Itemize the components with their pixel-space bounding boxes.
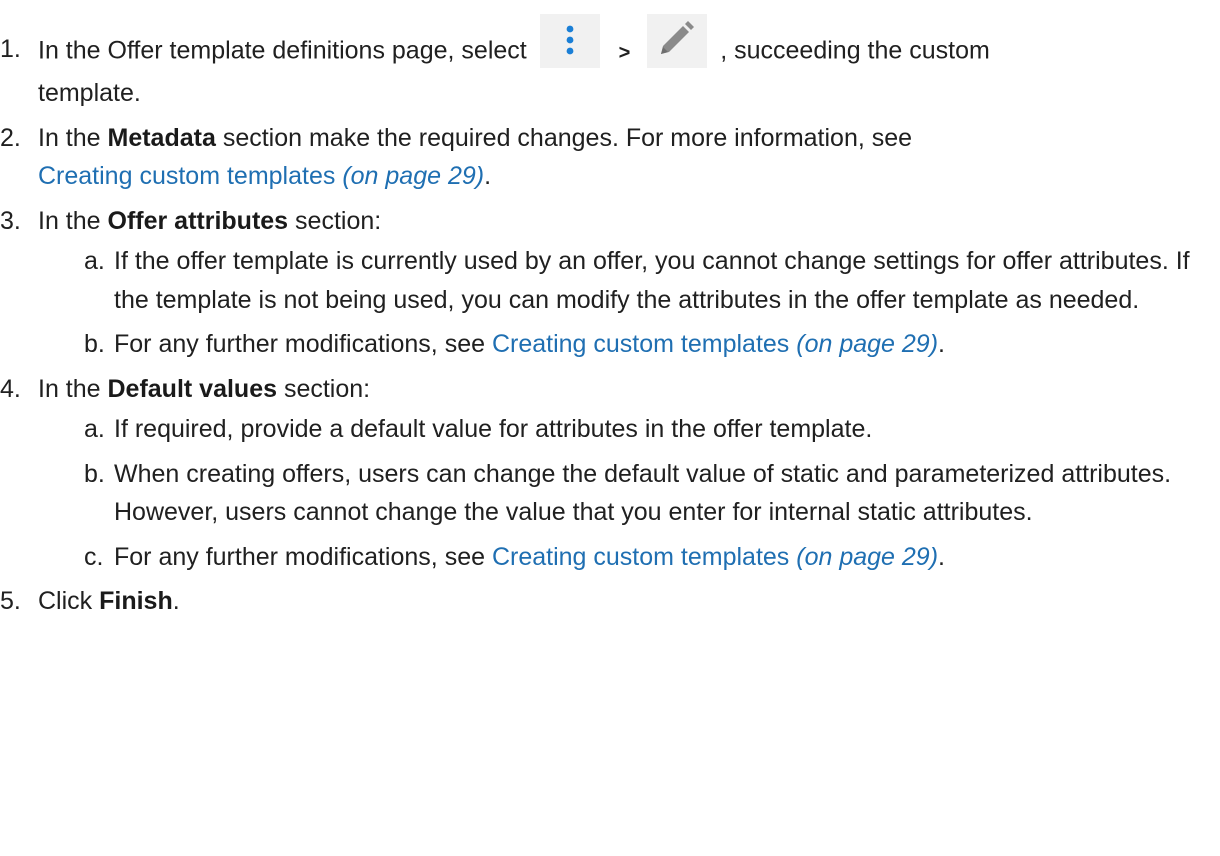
sub-step-text: For any further modifications, see [114,330,492,358]
step-text-after: section make the required changes. For m… [215,123,913,152]
sentence-end: . [172,587,180,615]
sentence-end: . [484,162,492,190]
sub-steps: a. If the offer template is currently us… [38,242,1220,364]
finish-label: Finish [99,587,173,615]
step-text: In the [38,123,108,152]
menu-separator: > [618,41,631,64]
step-text: In the [38,374,108,403]
creating-custom-templates-link[interactable]: Creating custom templates (on page 29) [492,543,938,571]
step-2: 2. In the Metadata section make the requ… [0,119,1220,196]
step-number: 1. [0,35,21,63]
link-label: Creating custom templates [491,330,790,358]
step-4: 4. In the Default values section: a. If … [0,370,1220,577]
sub-step-letter: c. [84,542,104,571]
step-text: In the Offer template definitions page, … [38,36,527,65]
step-3: 3. In the Offer attributes section: a. I… [0,202,1220,364]
sub-step-letter: a. [84,247,105,275]
kebab-menu-icon [566,25,574,55]
step-number: 4. [0,374,21,403]
page-reference: (on page 29) [342,162,485,190]
sub-step-letter: b. [84,330,105,358]
sub-step-text: When creating offers, users can change t… [114,459,1172,527]
step-5: 5. Click Finish. [0,582,1220,621]
step-1: 1. In the Offer template definitions pag… [0,14,1220,113]
step-text: In the [38,206,108,235]
sentence-end: . [938,330,945,358]
document-page: 1. In the Offer template definitions pag… [0,0,1220,856]
sub-step-a: a. If the offer template is currently us… [84,242,1220,319]
step-text-after: section: [277,374,371,403]
section-name: Metadata [107,123,216,152]
sub-step-text: If required, provide a default value for… [114,415,873,443]
step-number: 5. [0,587,21,615]
sub-step-text: If the offer template is currently used … [114,247,1190,314]
step-number: 3. [0,206,21,235]
sub-step-a: a. If required, provide a default value … [84,410,1220,449]
step-number: 2. [0,123,21,152]
sub-step-text: For any further modifications, see [114,542,492,571]
procedure-steps: 1. In the Offer template definitions pag… [0,14,1220,621]
link-label: Creating custom templates [491,542,790,571]
sub-step-c: c. For any further modifications, see Cr… [84,538,1220,577]
step-text-after: , succeeding the custom [720,36,990,65]
edit-button[interactable] [647,14,708,68]
kebab-menu-button[interactable] [539,14,600,68]
creating-custom-templates-link[interactable]: Creating custom templates (on page 29) [492,330,938,358]
sentence-end: . [938,542,945,571]
step-text-wrap: template. [38,79,141,107]
sub-steps: a. If required, provide a default value … [38,410,1220,576]
section-name: Default values [107,374,278,403]
sub-step-b: b. When creating offers, users can chang… [84,455,1220,532]
sub-step-b: b. For any further modifications, see Cr… [84,325,1220,364]
step-text: Click [38,587,100,615]
page-reference: (on page 29) [796,330,939,358]
step-text-after: section: [288,206,382,235]
page-reference: (on page 29) [796,542,939,571]
link-label: Creating custom templates [38,162,336,190]
sub-step-letter: b. [84,459,105,488]
pencil-edit-icon [661,21,695,54]
sub-step-letter: a. [84,415,105,443]
creating-custom-templates-link[interactable]: Creating custom templates (on page 29) [38,162,484,190]
section-name: Offer attributes [107,206,289,235]
